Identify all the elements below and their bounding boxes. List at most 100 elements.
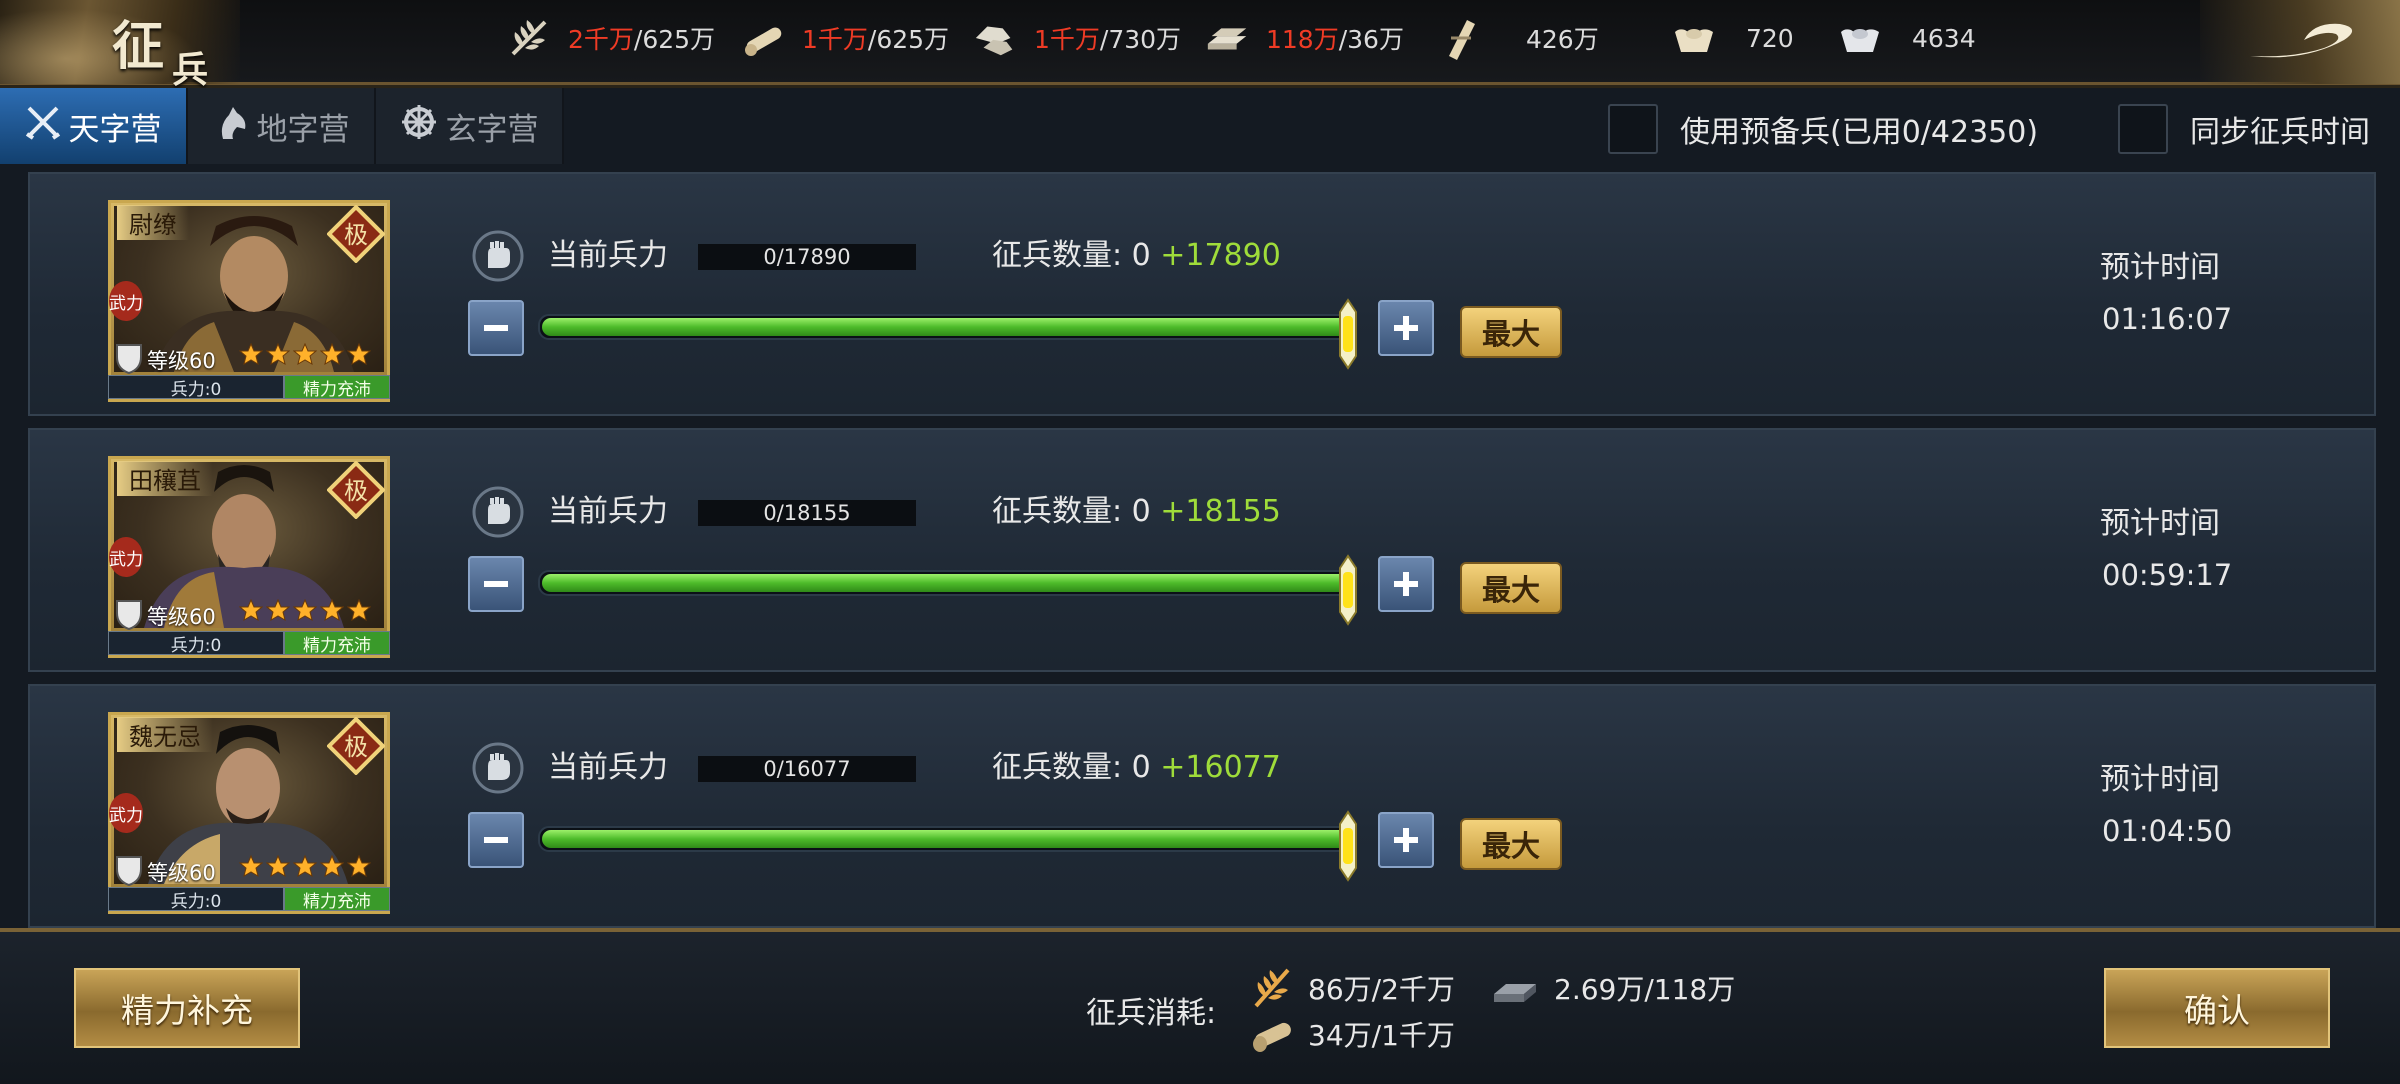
general-energy: 精力充沛 xyxy=(284,887,390,912)
max-button[interactable]: 最大 xyxy=(1460,562,1562,614)
horse-head-icon xyxy=(213,103,249,149)
star-icon xyxy=(347,343,371,366)
max-button[interactable]: 最大 xyxy=(1460,306,1562,358)
star-icon xyxy=(239,343,263,366)
general-level: 等级60 xyxy=(147,605,216,629)
recruit-slider[interactable] xyxy=(538,810,1357,882)
general-card[interactable]: 田穰苴 极 武力 等级60 兵力:0 精力充沛 xyxy=(108,456,390,658)
max-button[interactable]: 最大 xyxy=(1460,818,1562,870)
rank-badge-icon: 极 xyxy=(327,717,385,775)
silver-ingot-icon xyxy=(1836,18,1884,58)
general-level: 等级60 xyxy=(147,861,216,885)
general-troops: 兵力:0 xyxy=(108,631,284,656)
general-stars xyxy=(239,343,371,367)
crossed-swords-icon xyxy=(25,104,61,148)
general-status-bar: 兵力:0 精力充沛 xyxy=(108,375,390,400)
recruit-count: 征兵数量: 0 +16077 xyxy=(992,750,1281,785)
recruit-cost-label: 征兵消耗: xyxy=(1086,996,1217,1031)
minus-icon xyxy=(484,581,508,587)
estimated-time-label: 预计时间 xyxy=(2100,762,2220,797)
svg-text:极: 极 xyxy=(344,477,368,505)
recruit-count: 征兵数量: 0 +17890 xyxy=(992,238,1281,273)
sync-time-checkbox[interactable] xyxy=(2118,104,2168,154)
tab-tian-camp[interactable]: 天字营 xyxy=(0,88,188,164)
resource-scroll: 426万 xyxy=(1436,18,1599,60)
estimated-time-value: 01:16:07 xyxy=(2102,302,2233,336)
use-reserve-checkbox[interactable] xyxy=(1608,104,1658,154)
wood-icon xyxy=(740,18,788,58)
resource-wood: 1千万/625万 xyxy=(740,18,949,58)
back-button[interactable] xyxy=(2200,0,2400,84)
recruit-slider[interactable] xyxy=(538,298,1357,370)
general-troops: 兵力:0 xyxy=(108,887,284,912)
bottom-bar: 精力补充 征兵消耗: 86万/2千万 34万/1千万 2.69万/118万 确认 xyxy=(0,928,2400,1084)
shield-icon xyxy=(116,600,142,631)
star-icon xyxy=(266,599,290,622)
plus-icon xyxy=(1394,572,1418,596)
slider-handle[interactable] xyxy=(1330,810,1366,882)
confirm-button[interactable]: 确认 xyxy=(2104,968,2330,1048)
star-icon xyxy=(347,599,371,622)
increase-button[interactable] xyxy=(1378,812,1434,868)
rank-badge-icon: 极 xyxy=(327,205,385,263)
iron-icon xyxy=(1204,18,1252,58)
decrease-button[interactable] xyxy=(468,556,524,612)
tab-xuan-camp[interactable]: 玄字营 xyxy=(376,88,564,164)
slider-handle[interactable] xyxy=(1330,298,1366,370)
grain-icon xyxy=(1254,968,1290,1008)
camp-tabs: 天字营 地字营 玄字营 xyxy=(0,88,564,164)
star-icon xyxy=(266,855,290,878)
increase-button[interactable] xyxy=(1378,300,1434,356)
sync-time-label: 同步征兵时间 xyxy=(2190,115,2370,150)
slider-fill xyxy=(542,318,1350,336)
general-card[interactable]: 魏无忌 极 武力 等级60 兵力:0 精力充沛 xyxy=(108,712,390,914)
recruit-slider[interactable] xyxy=(538,554,1357,626)
general-name: 魏无忌 xyxy=(117,717,213,752)
resource-silver: 4634 xyxy=(1836,18,1976,58)
cost-wood: 34万/1千万 xyxy=(1250,1012,1455,1056)
shield-icon xyxy=(116,856,142,887)
star-icon xyxy=(293,343,317,366)
star-icon xyxy=(293,599,317,622)
general-troops: 兵力:0 xyxy=(108,375,284,400)
decrease-button[interactable] xyxy=(468,812,524,868)
resource-grain: 2千万/625万 xyxy=(506,18,715,58)
resource-iron: 118万/36万 xyxy=(1204,18,1404,58)
fist-icon xyxy=(472,486,524,538)
current-troops-label: 当前兵力 xyxy=(548,750,668,785)
general-row: 尉缭 极 武力 等级60 兵力:0 精力充沛 当前兵力 0/17890 征兵数量… xyxy=(28,172,2376,416)
star-icon xyxy=(293,855,317,878)
estimated-time-value: 01:04:50 xyxy=(2102,814,2233,848)
star-icon xyxy=(347,855,371,878)
estimated-time-value: 00:59:17 xyxy=(2102,558,2233,592)
grain-icon xyxy=(506,18,554,58)
general-level: 等级60 xyxy=(147,349,216,373)
recruit-count: 征兵数量: 0 +18155 xyxy=(992,494,1281,529)
scroll-icon xyxy=(1436,18,1484,60)
increase-button[interactable] xyxy=(1378,556,1434,612)
general-type-tag: 武力 xyxy=(109,793,143,833)
general-type-tag: 武力 xyxy=(109,281,143,321)
resource-gold: 720 xyxy=(1670,18,1794,58)
general-row: 田穰苴 极 武力 等级60 兵力:0 精力充沛 当前兵力 0/18155 征兵数… xyxy=(28,428,2376,672)
general-card[interactable]: 尉缭 极 武力 等级60 兵力:0 精力充沛 xyxy=(108,200,390,402)
general-energy: 精力充沛 xyxy=(284,375,390,400)
current-troops-value: 0/16077 xyxy=(698,756,916,782)
star-icon xyxy=(266,343,290,366)
plus-icon xyxy=(1394,316,1418,340)
estimated-time-label: 预计时间 xyxy=(2100,506,2220,541)
resource-stone: 1千万/730万 xyxy=(972,18,1181,58)
sync-time-option[interactable]: 同步征兵时间 xyxy=(2118,104,2370,154)
energy-refill-button[interactable]: 精力补充 xyxy=(74,968,300,1048)
current-troops-label: 当前兵力 xyxy=(548,238,668,273)
general-status-bar: 兵力:0 精力充沛 xyxy=(108,887,390,912)
star-icon xyxy=(239,599,263,622)
use-reserve-option[interactable]: 使用预备兵(已用0/42350) xyxy=(1608,104,2038,154)
tab-di-camp[interactable]: 地字营 xyxy=(188,88,376,164)
horse-icon xyxy=(116,344,142,375)
use-reserve-label: 使用预备兵(已用0/42350) xyxy=(1680,115,2039,150)
general-name: 尉缭 xyxy=(117,205,189,240)
decrease-button[interactable] xyxy=(468,300,524,356)
slider-handle[interactable] xyxy=(1330,554,1366,626)
back-arrow-icon xyxy=(2250,23,2353,58)
